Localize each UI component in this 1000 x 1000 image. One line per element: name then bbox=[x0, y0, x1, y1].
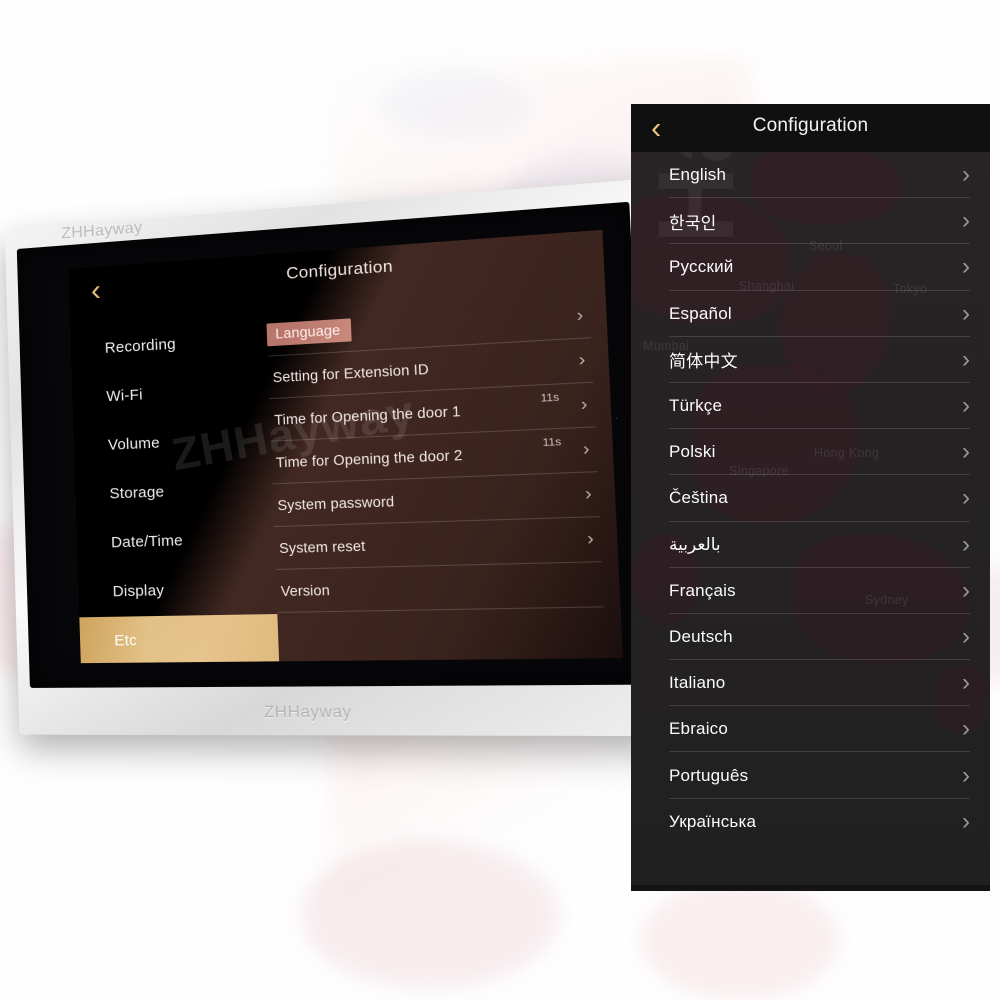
language-label: English bbox=[669, 165, 727, 185]
device-sidebar: Recording Wi-Fi Volume Storage Date/Time… bbox=[70, 308, 280, 664]
sidebar-item-label: Recording bbox=[104, 335, 177, 357]
sidebar-item-label: Wi-Fi bbox=[106, 386, 143, 406]
language-label: Español bbox=[669, 303, 732, 323]
sidebar-item-label: Etc bbox=[114, 631, 138, 650]
panel-header: ‹ Configuration bbox=[631, 104, 990, 152]
chevron-right-icon: › bbox=[962, 530, 970, 558]
chevron-right-icon: › bbox=[962, 299, 970, 327]
chevron-right-icon: › bbox=[962, 253, 970, 281]
sidebar-item-label: Storage bbox=[109, 483, 165, 503]
language-label: Čeština bbox=[669, 488, 729, 508]
language-item-german[interactable]: Deutsch › bbox=[631, 614, 990, 661]
sidebar-item-label: Display bbox=[112, 581, 165, 601]
chevron-right-icon: › bbox=[962, 669, 970, 697]
chevron-right-icon: › bbox=[962, 207, 970, 235]
language-label: Ebraico bbox=[669, 719, 729, 739]
language-label: 简体中文 bbox=[669, 352, 738, 372]
chevron-right-icon: › bbox=[580, 393, 588, 415]
settings-row-value: 11s bbox=[540, 390, 560, 405]
settings-row-system-reset[interactable]: System reset › bbox=[274, 517, 602, 570]
bezel-watermark-bottom: ZHHayway bbox=[263, 703, 353, 722]
language-label: Русский bbox=[669, 257, 734, 277]
map-watermark-blob bbox=[640, 880, 840, 1000]
settings-row-value: 11s bbox=[542, 435, 562, 450]
settings-row-version[interactable]: Version bbox=[275, 562, 605, 613]
chevron-right-icon: › bbox=[576, 304, 584, 326]
language-item-polish[interactable]: Polski › bbox=[631, 429, 990, 476]
chevron-right-icon: › bbox=[962, 622, 970, 650]
language-item-turkish[interactable]: Türkçe › bbox=[631, 383, 990, 430]
settings-row-label: System password bbox=[277, 493, 395, 513]
language-item-hebrew[interactable]: Ebraico › bbox=[631, 706, 990, 753]
settings-row-label: Time for Opening the door 2 bbox=[275, 446, 463, 471]
language-item-ukrainian[interactable]: Українська › bbox=[631, 799, 990, 845]
language-item-english[interactable]: English › bbox=[631, 152, 990, 199]
language-item-arabic[interactable]: بالعربية › bbox=[631, 522, 990, 568]
language-label: Deutsch bbox=[669, 626, 733, 646]
panel-bottom-edge bbox=[631, 885, 990, 891]
chevron-right-icon: › bbox=[586, 527, 595, 549]
sidebar-item-label: Volume bbox=[107, 434, 161, 454]
settings-row-label: Setting for Extension ID bbox=[272, 360, 430, 385]
language-item-korean[interactable]: 한국인 › bbox=[631, 198, 990, 245]
monitor-bezel: ZHHayway ZHHayway ‹ Configuration Record… bbox=[4, 178, 673, 737]
settings-row-label: Version bbox=[280, 581, 331, 599]
language-label: Italiano bbox=[669, 673, 726, 693]
language-label: Polski bbox=[669, 442, 716, 462]
chevron-right-icon: › bbox=[962, 761, 970, 789]
language-label: Português bbox=[669, 765, 749, 785]
sidebar-item-display[interactable]: Display bbox=[78, 564, 278, 618]
monitor-screen-glass: ‹ Configuration Recording Wi-Fi Volume S… bbox=[16, 201, 653, 688]
language-configuration-panel: Seoul Shanghai Tokyo Mumbai Hong Kong Si… bbox=[631, 104, 990, 891]
chevron-right-icon: › bbox=[962, 161, 970, 189]
settings-row-label: Language bbox=[266, 318, 352, 347]
chevron-right-icon: › bbox=[962, 345, 970, 373]
sidebar-item-datetime[interactable]: Date/Time bbox=[76, 514, 275, 569]
page-title: Configuration bbox=[752, 115, 869, 136]
language-label: Français bbox=[669, 580, 736, 600]
sidebar-item-etc[interactable]: Etc bbox=[79, 614, 280, 664]
language-item-italian[interactable]: Italiano › bbox=[631, 660, 990, 707]
sidebar-item-storage[interactable]: Storage bbox=[75, 463, 274, 519]
chevron-right-icon: › bbox=[582, 438, 590, 460]
language-item-czech[interactable]: Čeština › bbox=[631, 475, 990, 522]
settings-row-label: System reset bbox=[278, 537, 366, 556]
sidebar-item-volume[interactable]: Volume bbox=[73, 414, 271, 472]
device-screen-body: Recording Wi-Fi Volume Storage Date/Time… bbox=[70, 286, 623, 664]
chevron-right-icon: › bbox=[578, 348, 586, 370]
language-item-french[interactable]: Français › bbox=[631, 568, 990, 614]
monitor-product-photo: ZHHayway ZHHayway ‹ Configuration Record… bbox=[4, 178, 673, 748]
language-label: بالعربية bbox=[669, 534, 721, 554]
language-item-simplified-chinese[interactable]: 简体中文 › bbox=[631, 337, 990, 383]
monitor-lcd-screen: ‹ Configuration Recording Wi-Fi Volume S… bbox=[68, 229, 623, 664]
chevron-right-icon: › bbox=[584, 482, 593, 505]
language-list: English › 한국인 › Русский › Español › 简体中文… bbox=[631, 152, 990, 891]
chevron-right-icon: › bbox=[962, 392, 970, 420]
language-label: Українська bbox=[669, 811, 757, 831]
language-label: Türkçe bbox=[669, 396, 723, 416]
language-label: 한국인 bbox=[669, 213, 717, 233]
chevron-right-icon: › bbox=[962, 438, 970, 466]
settings-row-label: Time for Opening the door 1 bbox=[273, 402, 461, 428]
language-item-russian[interactable]: Русский › bbox=[631, 244, 990, 291]
chevron-right-icon: › bbox=[962, 484, 970, 512]
device-settings-list: Language › Setting for Extension ID › Ti… bbox=[266, 286, 623, 661]
language-item-portuguese[interactable]: Português › bbox=[631, 752, 990, 799]
chevron-right-icon: › bbox=[962, 807, 970, 835]
chevron-right-icon: › bbox=[962, 576, 970, 604]
sidebar-item-label: Date/Time bbox=[110, 531, 184, 552]
language-item-spanish[interactable]: Español › bbox=[631, 291, 990, 337]
chevron-right-icon: › bbox=[962, 715, 970, 743]
